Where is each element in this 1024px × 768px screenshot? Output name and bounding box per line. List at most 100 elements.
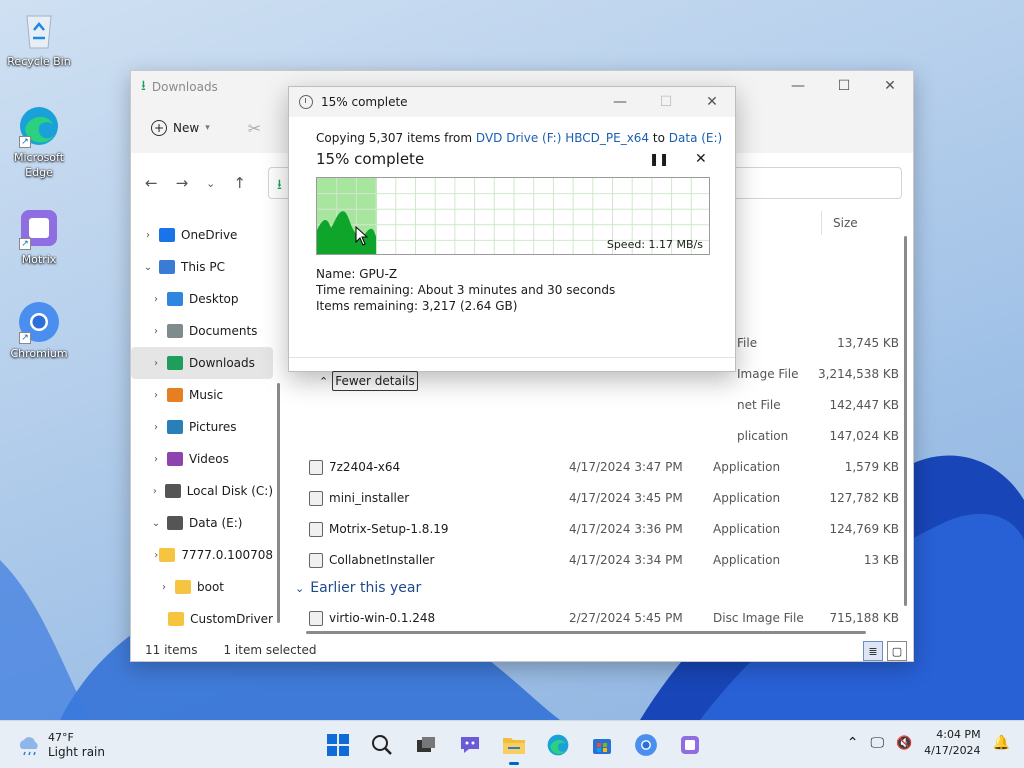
store-taskbar-button[interactable] bbox=[586, 729, 618, 761]
sidebar-item-downloads[interactable]: › Downloads bbox=[131, 347, 273, 379]
task-view-button[interactable] bbox=[410, 729, 442, 761]
network-icon[interactable]: 🖵 bbox=[870, 735, 884, 751]
file-size: 13 KB bbox=[863, 553, 899, 567]
chevron-right-icon[interactable]: › bbox=[153, 582, 175, 593]
weather-widget[interactable]: 47°F Light rain bbox=[16, 730, 105, 760]
clock[interactable]: 4:04 PM 4/17/2024 bbox=[924, 727, 980, 759]
source-link[interactable]: DVD Drive (F:) HBCD_PE_x64 bbox=[476, 131, 649, 145]
desktop-icon-recycle-bin[interactable]: Recycle Bin bbox=[4, 8, 74, 69]
fewer-details-button[interactable]: ⌃ Fewer details bbox=[319, 371, 418, 391]
folder-icon bbox=[167, 356, 183, 370]
chevron-down-icon[interactable]: ⌄ bbox=[145, 518, 167, 529]
forward-icon[interactable]: → bbox=[176, 174, 189, 192]
sidebar-item-videos[interactable]: › Videos bbox=[131, 443, 273, 475]
desktop-icon-edge[interactable]: ↗ Microsoft Edge bbox=[4, 104, 74, 180]
table-row[interactable]: CollabnetInstaller 4/17/2024 3:34 PM Appli… bbox=[291, 545, 899, 575]
cut-icon[interactable]: ✂ bbox=[248, 119, 261, 138]
search-button[interactable] bbox=[366, 729, 398, 761]
maximize-button[interactable]: ☐ bbox=[821, 71, 867, 101]
desktop-icon-label: Chromium bbox=[10, 347, 68, 360]
chat-button[interactable] bbox=[454, 729, 486, 761]
chevron-right-icon[interactable]: › bbox=[145, 326, 167, 337]
sidebar-item-boot[interactable]: › boot bbox=[131, 571, 273, 603]
sidebar-item-customdriver[interactable]: CustomDriver bbox=[131, 603, 273, 635]
minimize-button[interactable]: — bbox=[775, 71, 821, 101]
file-icon bbox=[309, 610, 323, 626]
back-icon[interactable]: ← bbox=[145, 174, 158, 192]
folder-icon bbox=[167, 452, 183, 466]
sidebar-item-music[interactable]: › Music bbox=[131, 379, 273, 411]
sidebar-item-data-e[interactable]: ⌄ Data (E:) bbox=[131, 507, 273, 539]
close-button[interactable]: ✕ bbox=[689, 87, 735, 117]
chevron-down-icon[interactable]: ⌄ bbox=[137, 262, 159, 273]
transfer-speed-graph: Speed: 1.17 MB/s bbox=[316, 177, 710, 255]
table-row[interactable]: plication 147,024 KB bbox=[291, 421, 899, 451]
chevron-right-icon[interactable]: › bbox=[137, 230, 159, 241]
chevron-right-icon[interactable]: › bbox=[145, 294, 167, 305]
horizontal-scrollbar[interactable] bbox=[306, 631, 866, 634]
volume-muted-icon[interactable]: 🔇 bbox=[896, 736, 912, 751]
destination-link[interactable]: Data (E:) bbox=[669, 131, 722, 145]
chevron-right-icon[interactable]: › bbox=[145, 358, 167, 369]
windows-logo-icon bbox=[327, 734, 349, 756]
motrix-taskbar-button[interactable] bbox=[674, 729, 706, 761]
minimize-button[interactable]: — bbox=[597, 87, 643, 117]
tiles-view-icon[interactable]: ▢ bbox=[887, 641, 907, 661]
chevron-right-icon[interactable]: › bbox=[145, 390, 167, 401]
copy-description: Copying 5,307 items from DVD Drive (F:) … bbox=[316, 131, 722, 145]
desktop-icon-label: Recycle Bin bbox=[7, 55, 71, 68]
table-row[interactable]: virtio-win-0.1.248 2/27/2024 5:45 PM Disc … bbox=[291, 603, 899, 631]
status-selected: 1 item selected bbox=[223, 643, 317, 657]
downloads-icon: ⭳ bbox=[141, 78, 146, 94]
sidebar-item-label: Pictures bbox=[189, 420, 237, 434]
desktop-icon-chromium[interactable]: ↗ Chromium bbox=[4, 300, 74, 361]
details-view-icon[interactable]: ≣ bbox=[863, 641, 883, 661]
chevron-right-icon[interactable]: › bbox=[145, 454, 167, 465]
file-icon bbox=[309, 552, 323, 568]
edge-taskbar-button[interactable] bbox=[542, 729, 574, 761]
chromium-taskbar-button[interactable] bbox=[630, 729, 662, 761]
chevron-right-icon[interactable]: › bbox=[145, 422, 167, 433]
new-button[interactable]: + New ▾ bbox=[151, 120, 210, 136]
sidebar-scrollbar[interactable] bbox=[277, 383, 280, 623]
file-type: Application bbox=[713, 553, 781, 567]
table-row[interactable]: net File 142,447 KB bbox=[291, 390, 899, 420]
temperature: 47°F bbox=[48, 731, 74, 744]
start-button[interactable] bbox=[322, 729, 354, 761]
folder-icon bbox=[168, 612, 185, 626]
sidebar-item-pictures[interactable]: › Pictures bbox=[131, 411, 273, 443]
sidebar-item-7777-0-100708[interactable]: › 7777.0.100708 bbox=[131, 539, 273, 571]
chevron-up-icon[interactable]: ⌃ bbox=[847, 735, 859, 751]
cancel-button[interactable]: ✕ bbox=[695, 151, 707, 167]
downloads-icon: ⭳ bbox=[277, 177, 282, 193]
chevron-right-icon[interactable]: › bbox=[145, 486, 165, 497]
sidebar-item-onedrive[interactable]: › OneDrive bbox=[131, 219, 273, 251]
edge-icon: ↗ bbox=[17, 104, 61, 148]
file-size: 3,214,538 KB bbox=[818, 367, 899, 381]
pause-button[interactable]: ❚❚ bbox=[649, 152, 669, 166]
file-type: net File bbox=[737, 398, 781, 412]
rain-cloud-icon bbox=[16, 735, 42, 756]
up-icon[interactable]: ↑ bbox=[233, 174, 246, 192]
group-header[interactable]: ⌄ Earlier this year bbox=[295, 580, 421, 596]
sidebar-item-documents[interactable]: › Documents bbox=[131, 315, 273, 347]
sidebar-item-desktop[interactable]: › Desktop bbox=[131, 283, 273, 315]
sidebar-item-this-pc[interactable]: ⌄ This PC bbox=[131, 251, 273, 283]
dialog-title: 15% complete bbox=[321, 95, 408, 109]
clock-icon bbox=[299, 95, 313, 109]
vertical-scrollbar[interactable] bbox=[904, 236, 907, 606]
sidebar-item-label: Local Disk (C:) bbox=[186, 484, 273, 498]
sidebar-item-local-disk-c[interactable]: › Local Disk (C:) bbox=[131, 475, 273, 507]
dialog-titlebar[interactable]: 15% complete — ☐ ✕ bbox=[289, 87, 735, 117]
table-row[interactable]: Motrix-Setup-1.8.19 4/17/2024 3:36 PM Appl… bbox=[291, 514, 899, 544]
file-name: 7z2404-x64 bbox=[329, 460, 401, 474]
desktop-icon-motrix[interactable]: ↗ Motrix bbox=[4, 206, 74, 267]
notification-icon[interactable]: 🔔 bbox=[993, 735, 1010, 751]
sidebar-item-label: Desktop bbox=[189, 292, 239, 306]
fewer-details-label: Fewer details bbox=[332, 371, 418, 391]
close-button[interactable]: ✕ bbox=[867, 71, 913, 101]
table-row[interactable]: mini_installer 4/17/2024 3:45 PM Applicati… bbox=[291, 483, 899, 513]
table-row[interactable]: 7z2404-x64 4/17/2024 3:47 PM Application 1,… bbox=[291, 452, 899, 482]
recent-locations-icon[interactable]: ⌄ bbox=[206, 177, 215, 190]
file-explorer-taskbar-button[interactable] bbox=[498, 729, 530, 765]
